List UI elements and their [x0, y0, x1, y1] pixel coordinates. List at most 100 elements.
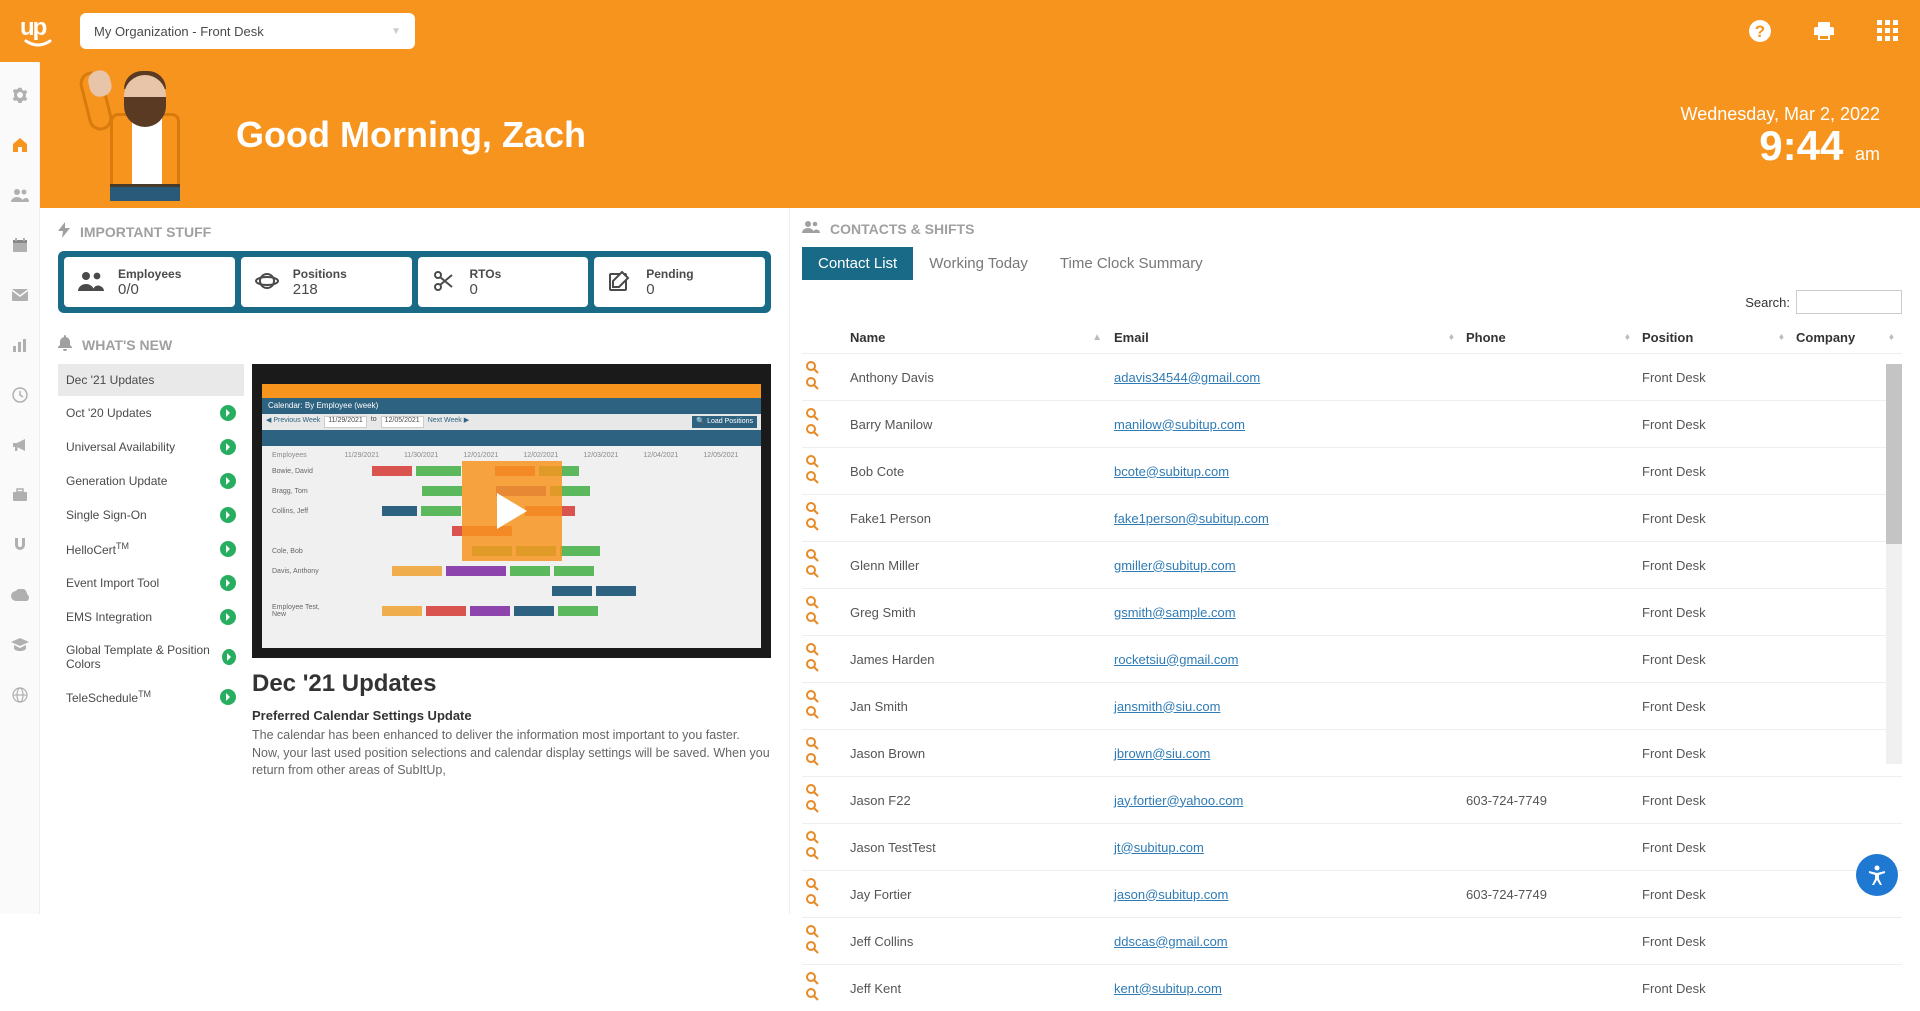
- sidebar-magnet-icon[interactable]: [11, 536, 29, 554]
- sort-icon: ♦: [1625, 332, 1630, 343]
- play-icon[interactable]: [462, 461, 562, 561]
- magnify-icon[interactable]: [806, 472, 819, 487]
- sidebar-clock-icon[interactable]: [11, 386, 29, 404]
- magnify-icon[interactable]: [806, 848, 819, 863]
- important-stuff-title: IMPORTANT STUFF: [58, 222, 771, 241]
- column-header-phone[interactable]: Phone♦: [1462, 322, 1638, 354]
- org-selector-dropdown[interactable]: My Organization - Front Desk ▼: [80, 13, 415, 49]
- email-link[interactable]: rocketsiu@gmail.com: [1114, 652, 1238, 667]
- sidebar-mail-icon[interactable]: [11, 286, 29, 304]
- magnify-icon[interactable]: [806, 362, 819, 377]
- whats-new-item[interactable]: Dec '21 Updates: [58, 364, 244, 396]
- email-link[interactable]: manilow@subitup.com: [1114, 417, 1245, 432]
- stat-card-pending[interactable]: Pending0: [594, 257, 765, 307]
- sidebar-gear-icon[interactable]: [11, 86, 29, 104]
- datetime-block: Wednesday, Mar 2, 2022 9:44 am: [1681, 104, 1880, 167]
- email-link[interactable]: jansmith@siu.com: [1114, 699, 1220, 714]
- magnify-icon[interactable]: [806, 879, 819, 894]
- magnify-icon[interactable]: [806, 738, 819, 753]
- email-link[interactable]: jt@subitup.com: [1114, 840, 1204, 855]
- email-link[interactable]: jbrown@siu.com: [1114, 746, 1210, 761]
- sidebar-cloud-icon[interactable]: [11, 586, 29, 604]
- column-header-position[interactable]: Position♦: [1638, 322, 1792, 354]
- magnify-icon[interactable]: [806, 613, 819, 628]
- magnify-icon[interactable]: [806, 707, 819, 722]
- magnify-icon[interactable]: [806, 503, 819, 518]
- whats-new-item[interactable]: Generation Update: [58, 464, 244, 498]
- magnify-icon[interactable]: [806, 989, 819, 1004]
- email-link[interactable]: ddscas@gmail.com: [1114, 934, 1228, 949]
- stat-card-rtos[interactable]: RTOs0: [418, 257, 589, 307]
- table-row: Jan Smithjansmith@siu.comFront Desk: [802, 683, 1902, 730]
- sidebar-home-icon[interactable]: [11, 136, 29, 154]
- magnify-icon[interactable]: [806, 926, 819, 941]
- column-header-email[interactable]: Email♦: [1110, 322, 1462, 354]
- table-scrollbar[interactable]: [1886, 364, 1902, 764]
- magnify-icon[interactable]: [806, 942, 819, 957]
- whats-new-item[interactable]: TeleScheduleTM: [58, 680, 244, 714]
- email-link[interactable]: jason@subitup.com: [1114, 887, 1228, 902]
- whats-new-item[interactable]: HelloCertTM: [58, 532, 244, 566]
- stat-card-employees[interactable]: Employees0/0: [64, 257, 235, 307]
- whats-new-item[interactable]: Universal Availability: [58, 430, 244, 464]
- magnify-icon[interactable]: [806, 832, 819, 847]
- whats-new-title: WHAT'S NEW: [58, 335, 771, 354]
- arrow-right-icon: [222, 649, 236, 665]
- email-link[interactable]: fake1person@subitup.com: [1114, 511, 1269, 526]
- article-title: Dec '21 Updates: [252, 670, 771, 698]
- whats-new-item[interactable]: EMS Integration: [58, 600, 244, 634]
- arrow-right-icon: [220, 507, 236, 523]
- magnify-icon[interactable]: [806, 597, 819, 612]
- svg-text:?: ?: [1755, 22, 1765, 41]
- magnify-icon[interactable]: [806, 785, 819, 800]
- magnify-icon[interactable]: [806, 550, 819, 565]
- tab-time-clock-summary[interactable]: Time Clock Summary: [1044, 247, 1219, 280]
- video-thumbnail[interactable]: Calendar: By Employee (week) ◀ Previous …: [252, 364, 771, 658]
- tab-contact-list[interactable]: Contact List: [802, 247, 913, 280]
- email-link[interactable]: bcote@subitup.com: [1114, 464, 1229, 479]
- magnify-icon[interactable]: [806, 409, 819, 424]
- arrow-right-icon: [220, 439, 236, 455]
- sidebar-chart-icon[interactable]: [11, 336, 29, 354]
- magnify-icon[interactable]: [806, 644, 819, 659]
- email-link[interactable]: jay.fortier@yahoo.com: [1114, 793, 1243, 808]
- time-ampm: am: [1855, 144, 1880, 164]
- arrow-right-icon: [220, 609, 236, 625]
- magnify-icon[interactable]: [806, 566, 819, 581]
- column-header-name[interactable]: Name▲: [846, 322, 1110, 354]
- sidebar-users-icon[interactable]: [11, 186, 29, 204]
- sidebar-calendar-icon[interactable]: [11, 236, 29, 254]
- table-row: Jason F22jay.fortier@yahoo.com603-724-77…: [802, 777, 1902, 824]
- magnify-icon[interactable]: [806, 754, 819, 769]
- magnify-icon[interactable]: [806, 973, 819, 988]
- magnify-icon[interactable]: [806, 895, 819, 910]
- whats-new-item[interactable]: Event Import Tool: [58, 566, 244, 600]
- table-row: Greg Smithgsmith@sample.comFront Desk: [802, 589, 1902, 636]
- whats-new-item[interactable]: Oct '20 Updates: [58, 396, 244, 430]
- magnify-icon[interactable]: [806, 660, 819, 675]
- whats-new-item[interactable]: Global Template & Position Colors: [58, 634, 244, 680]
- sidebar-briefcase-icon[interactable]: [11, 486, 29, 504]
- magnify-icon[interactable]: [806, 378, 819, 393]
- magnify-icon[interactable]: [806, 425, 819, 440]
- column-header-company[interactable]: Company♦: [1792, 322, 1902, 354]
- magnify-icon[interactable]: [806, 691, 819, 706]
- print-icon[interactable]: [1812, 19, 1836, 43]
- stat-card-positions[interactable]: Positions218: [241, 257, 412, 307]
- magnify-icon[interactable]: [806, 456, 819, 471]
- email-link[interactable]: gmiller@subitup.com: [1114, 558, 1236, 573]
- sidebar-graduation-icon[interactable]: [11, 636, 29, 654]
- magnify-icon[interactable]: [806, 801, 819, 816]
- tab-working-today[interactable]: Working Today: [913, 247, 1044, 280]
- accessibility-button[interactable]: [1856, 854, 1898, 896]
- whats-new-item[interactable]: Single Sign-On: [58, 498, 244, 532]
- magnify-icon[interactable]: [806, 519, 819, 534]
- help-icon[interactable]: ?: [1748, 19, 1772, 43]
- email-link[interactable]: gsmith@sample.com: [1114, 605, 1236, 620]
- email-link[interactable]: kent@subitup.com: [1114, 981, 1222, 996]
- sidebar-megaphone-icon[interactable]: [11, 436, 29, 454]
- apps-grid-icon[interactable]: [1876, 19, 1900, 43]
- search-input[interactable]: [1796, 290, 1902, 314]
- email-link[interactable]: adavis34544@gmail.com: [1114, 370, 1260, 385]
- sidebar-globe-icon[interactable]: [11, 686, 29, 704]
